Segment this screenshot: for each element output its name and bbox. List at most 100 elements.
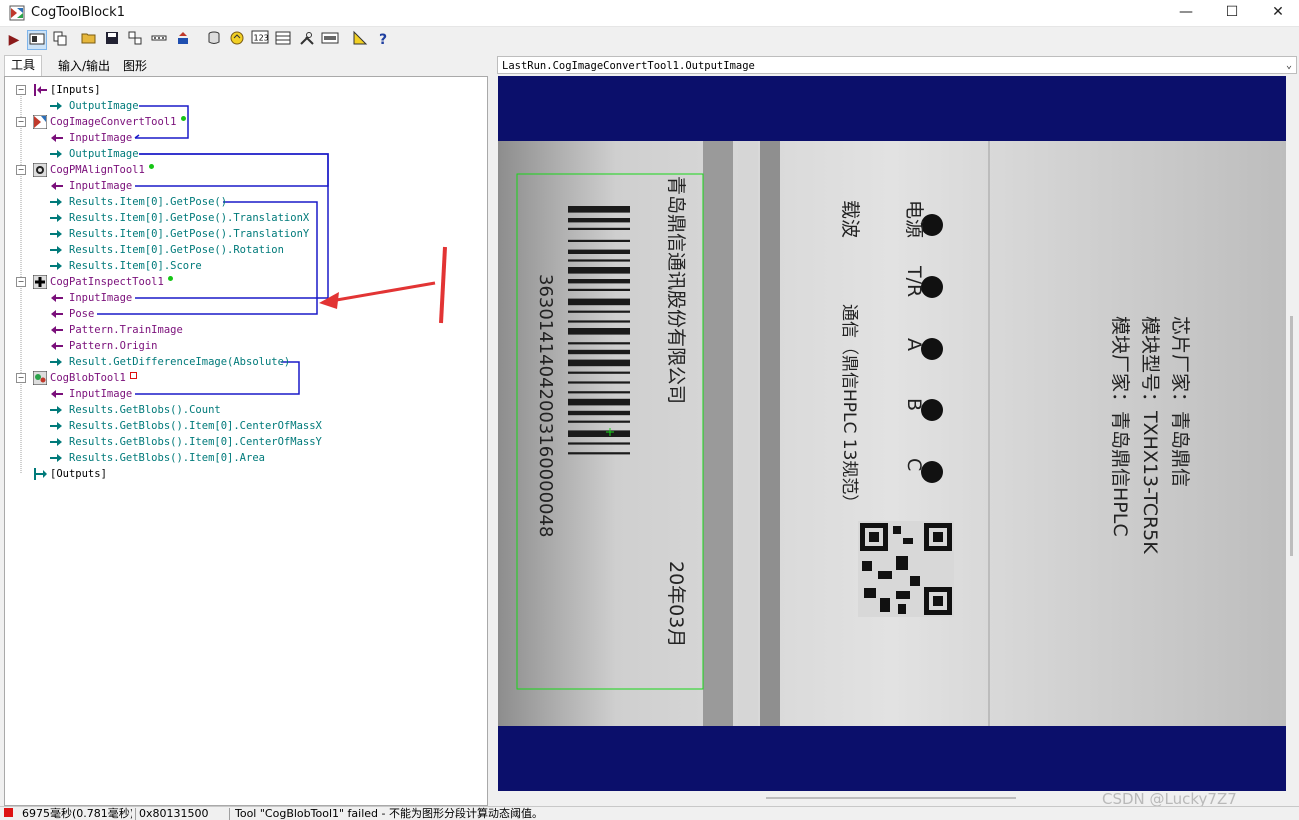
maximize-button[interactable]: ☐ <box>1209 0 1255 26</box>
tools-button[interactable] <box>297 30 317 50</box>
tool-block-icon <box>9 5 25 21</box>
tool-tree: [Inputs] − OutputImage CogImageConvertTool1… <box>4 76 488 806</box>
barcode-bar <box>568 206 630 213</box>
barcode-bar <box>568 259 630 262</box>
barcode-bar <box>568 410 630 416</box>
image-panel: LastRun.CogImageConvertTool1.OutputImage… <box>497 56 1299 804</box>
status-separator <box>135 808 136 820</box>
status-message: Tool "CogBlobTool1" failed - 不能为图形分段计算动态… <box>235 807 543 820</box>
display-icon <box>29 33 45 45</box>
barcode-bar <box>568 442 630 445</box>
status-separator <box>229 808 230 820</box>
barcode-bar <box>568 227 630 230</box>
status-timing: 6975毫秒(0.781毫秒) <box>22 807 132 820</box>
model-text: 模块型号：TXHX13-TCR5K <box>1139 316 1161 554</box>
carrier-text: 载波 <box>839 200 861 238</box>
barcode-bar <box>568 249 630 254</box>
barcode-bar <box>568 420 630 423</box>
label-groove <box>703 141 733 726</box>
left-tabs: 工具 输入/输出 图形 <box>0 55 490 76</box>
windows-icon <box>128 31 142 45</box>
qr-code <box>858 521 954 617</box>
image-display[interactable]: 青岛鼎信通讯股份有限公司 36301414042003160000048 20年… <box>498 76 1286 791</box>
ruler-button[interactable] <box>350 30 370 50</box>
barcode-bar <box>568 218 630 223</box>
vertical-scrollbar[interactable] <box>1287 76 1297 791</box>
debug-button[interactable] <box>320 30 340 50</box>
help-icon[interactable]: ? <box>373 30 393 50</box>
image-selector[interactable]: LastRun.CogImageConvertTool1.OutputImage… <box>497 56 1297 74</box>
tab-tools[interactable]: 工具 <box>4 55 43 76</box>
debug-icon <box>321 32 339 44</box>
numeric-button[interactable]: 123 <box>250 30 270 50</box>
barcode-bar <box>568 328 630 335</box>
bottom-background <box>498 726 1286 791</box>
annotation-arrowhead-icon <box>319 292 339 309</box>
save-button[interactable] <box>102 30 122 50</box>
chevron-down-icon[interactable]: ⌄ <box>1286 57 1292 75</box>
grid-icon <box>275 31 291 45</box>
toolbar: ▶ 123 ? <box>0 27 1299 54</box>
annotation-arrow-icon <box>324 281 436 304</box>
phase-c-text: C <box>903 458 925 471</box>
dots-icon <box>151 35 167 41</box>
barcode-bar <box>568 381 630 384</box>
camera-image: 青岛鼎信通讯股份有限公司 36301414042003160000048 20年… <box>498 141 1286 791</box>
save-icon <box>106 32 118 44</box>
tools-icon <box>300 32 314 45</box>
barcode-bar <box>568 398 630 406</box>
vertical-scroll-thumb[interactable] <box>1290 316 1293 556</box>
status-code: 0x80131500 <box>139 807 209 820</box>
annotation-stroke-icon <box>439 246 447 324</box>
grid-button[interactable] <box>273 30 293 50</box>
phase-a-text: A <box>903 338 925 351</box>
tr-text: T/R <box>903 265 925 297</box>
run-icon[interactable]: ▶ <box>4 30 24 50</box>
comm-text: 通信（鼎信HPLC 13规范） <box>839 304 859 511</box>
refresh-button[interactable] <box>227 30 247 50</box>
open-button[interactable] <box>79 30 99 50</box>
chip-text: 芯片厂家：青岛鼎信 <box>1169 316 1191 487</box>
barcode-bar <box>568 371 630 374</box>
barcode-bar <box>568 452 630 455</box>
barcode-bar <box>568 310 630 313</box>
database-button[interactable] <box>204 30 224 50</box>
barcode-bar <box>568 279 630 284</box>
error-icon <box>4 807 14 820</box>
image-selector-value: LastRun.CogImageConvertTool1.OutputImage <box>502 60 755 72</box>
barcode-bar <box>568 320 630 323</box>
horizontal-scroll-thumb[interactable] <box>766 797 1016 799</box>
minimize-button[interactable]: — <box>1163 0 1209 26</box>
numbers-icon: 123 <box>251 30 269 44</box>
terminals-button[interactable] <box>149 30 169 50</box>
database-icon <box>208 31 220 44</box>
barcode-bar <box>568 391 630 394</box>
power-text: 电源 <box>903 200 925 238</box>
windows-button[interactable] <box>125 30 145 50</box>
close-button[interactable]: ✕ <box>1255 0 1299 26</box>
svg-text:123: 123 <box>254 34 269 43</box>
status-bar: 6975毫秒(0.781毫秒) 0x80131500 Tool "CogBlob… <box>0 806 1299 820</box>
barcode-bar <box>568 349 630 355</box>
label-edge <box>760 141 780 726</box>
show-last-run-button[interactable] <box>27 30 47 50</box>
barcode-bar <box>568 298 630 306</box>
tab-graphics[interactable]: 图形 <box>117 57 153 75</box>
barcode-bar <box>568 359 630 367</box>
title-bar: CogToolBlock1 — ☐ ✕ <box>0 0 1299 27</box>
barcode-bar <box>568 342 630 345</box>
copy-icon <box>53 31 67 46</box>
label-divider <box>988 141 990 726</box>
company-text: 青岛鼎信通讯股份有限公司 <box>665 176 687 404</box>
barcode-bar <box>568 288 630 291</box>
refresh-icon <box>230 31 244 45</box>
tab-io[interactable]: 输入/输出 <box>52 57 116 75</box>
barcode-bar <box>568 267 630 274</box>
import-icon <box>178 32 188 44</box>
annotation-layer <box>319 246 447 324</box>
import-button[interactable] <box>173 30 193 50</box>
copy-button[interactable] <box>50 30 70 50</box>
ruler-icon <box>353 30 368 45</box>
barcode-bar <box>568 239 630 242</box>
folder-open-icon <box>81 33 96 44</box>
